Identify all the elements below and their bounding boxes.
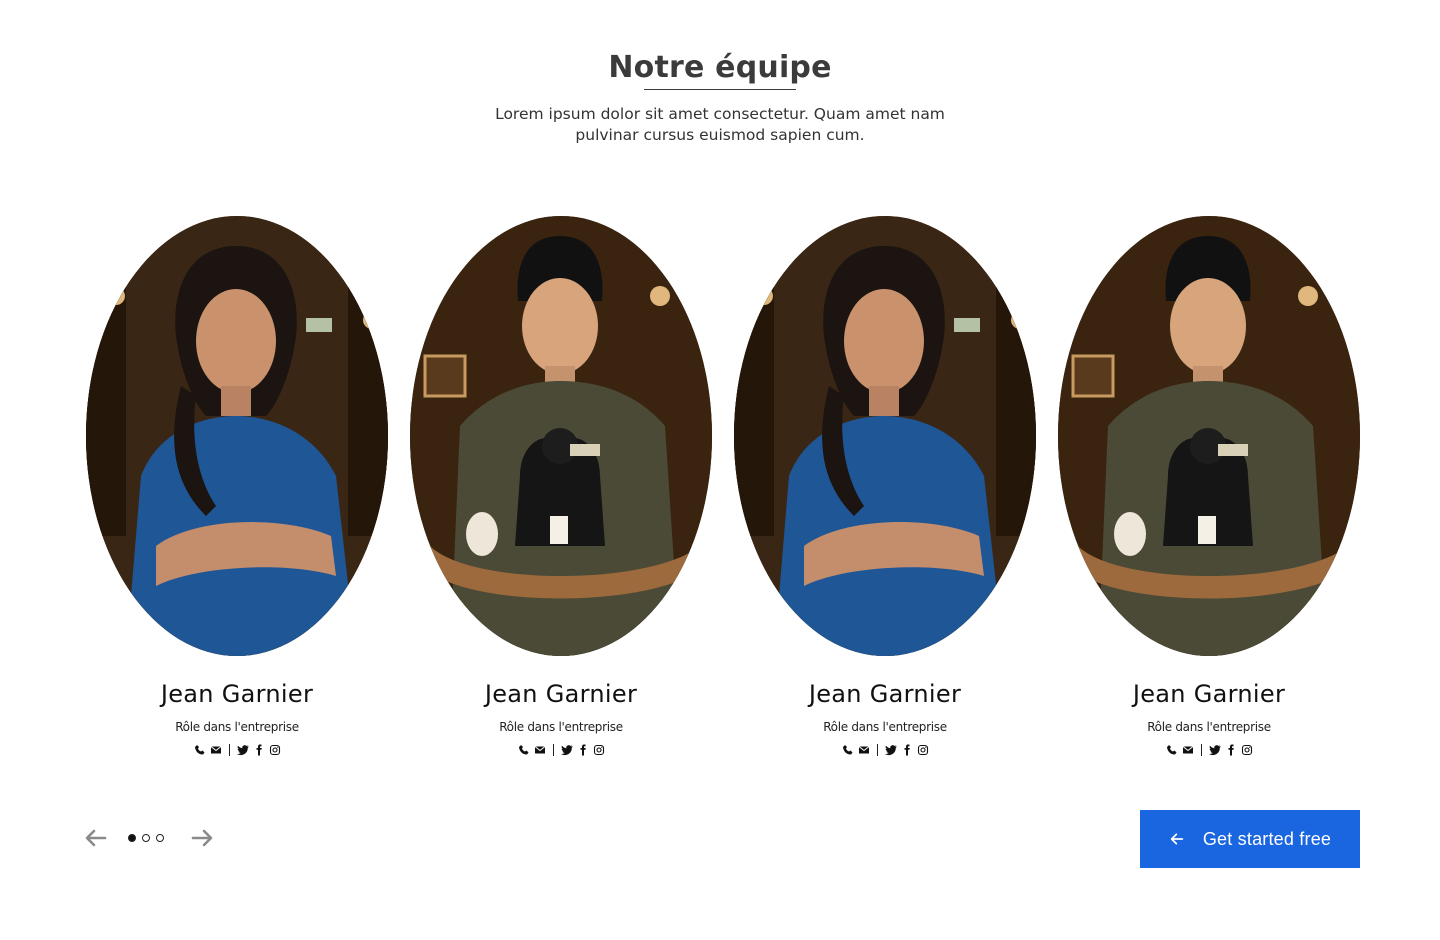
team-photo (734, 216, 1036, 656)
twitter-icon[interactable] (884, 744, 897, 756)
title-underline (644, 89, 796, 90)
member-name: Jean Garnier (808, 680, 962, 708)
mail-icon[interactable] (1182, 744, 1194, 756)
divider (552, 744, 554, 756)
facebook-icon[interactable] (577, 744, 589, 756)
member-socials (1058, 742, 1360, 758)
twitter-icon[interactable] (1208, 744, 1221, 756)
twitter-icon[interactable] (236, 744, 249, 756)
phone-icon[interactable] (194, 744, 206, 756)
carousel-dot[interactable] (156, 834, 164, 842)
divider (1200, 744, 1202, 756)
get-started-button[interactable]: Get started free (1140, 810, 1360, 868)
facebook-icon[interactable] (253, 744, 265, 756)
instagram-icon[interactable] (269, 744, 281, 756)
carousel-prev-arrow-icon[interactable] (84, 826, 108, 850)
team-card: Jean Garnier Rôle dans l'entreprise (734, 216, 1036, 776)
phone-icon[interactable] (1166, 744, 1178, 756)
section-title: Notre équipe (608, 50, 832, 85)
twitter-icon[interactable] (560, 744, 573, 756)
mail-icon[interactable] (534, 744, 546, 756)
member-name: Jean Garnier (1132, 680, 1286, 708)
arrow-left-icon (1170, 833, 1184, 845)
team-photo (410, 216, 712, 656)
instagram-icon[interactable] (917, 744, 929, 756)
get-started-label: Get started free (1202, 828, 1332, 849)
member-socials (410, 742, 712, 758)
mail-icon[interactable] (210, 744, 222, 756)
member-socials (86, 742, 388, 758)
team-card: Jean Garnier Rôle dans l'entreprise (86, 216, 388, 776)
instagram-icon[interactable] (1241, 744, 1253, 756)
section-subtitle: Lorem ipsum dolor sit amet consectetur. … (495, 105, 945, 144)
instagram-icon[interactable] (593, 744, 605, 756)
member-socials (734, 742, 1036, 758)
carousel-dots (128, 834, 164, 842)
member-role: Rôle dans l'entreprise (499, 720, 623, 734)
member-name: Jean Garnier (484, 680, 638, 708)
team-card: Jean Garnier Rôle dans l'entreprise (410, 216, 712, 776)
member-name: Jean Garnier (160, 680, 314, 708)
divider (876, 744, 878, 756)
team-photo (1058, 216, 1360, 656)
facebook-icon[interactable] (1225, 744, 1237, 756)
carousel-dot[interactable] (142, 834, 150, 842)
team-card: Jean Garnier Rôle dans l'entreprise (1058, 216, 1360, 776)
member-role: Rôle dans l'entreprise (175, 720, 299, 734)
divider (228, 744, 230, 756)
member-role: Rôle dans l'entreprise (823, 720, 947, 734)
phone-icon[interactable] (842, 744, 854, 756)
mail-icon[interactable] (858, 744, 870, 756)
member-role: Rôle dans l'entreprise (1147, 720, 1271, 734)
carousel-dot[interactable] (128, 834, 136, 842)
phone-icon[interactable] (518, 744, 530, 756)
carousel-next-arrow-icon[interactable] (190, 826, 214, 850)
team-photo (86, 216, 388, 656)
facebook-icon[interactable] (901, 744, 913, 756)
